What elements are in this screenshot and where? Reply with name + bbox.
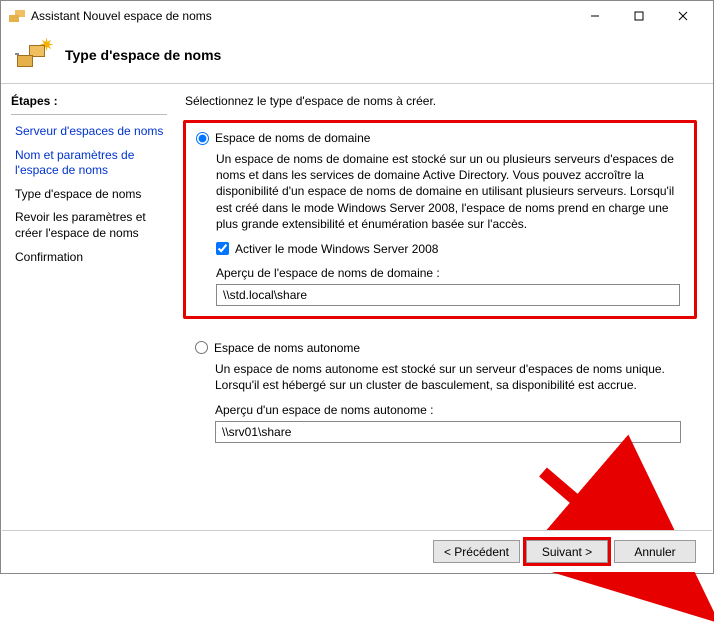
- maximize-button[interactable]: [617, 2, 661, 30]
- step-namespace-type: Type d'espace de noms: [11, 184, 167, 206]
- domain-preview-value: \\std.local\share: [223, 288, 307, 302]
- step-name-params[interactable]: Nom et paramètres de l'espace de noms: [11, 145, 167, 182]
- cancel-button[interactable]: Annuler: [614, 540, 696, 563]
- standalone-preview-label: Aperçu d'un espace de noms autonome :: [215, 403, 685, 417]
- minimize-button[interactable]: [573, 2, 617, 30]
- close-button[interactable]: [661, 2, 705, 30]
- wizard-body: Étapes : Serveur d'espaces de noms Nom e…: [1, 84, 713, 540]
- main-panel: Sélectionnez le type d'espace de noms à …: [173, 84, 713, 540]
- checkbox-ws2008-input[interactable]: [216, 242, 229, 255]
- previous-button[interactable]: < Précédent: [433, 540, 520, 563]
- domain-description: Un espace de noms de domaine est stocké …: [216, 151, 684, 232]
- titlebar: Assistant Nouvel espace de noms: [1, 1, 713, 31]
- divider: [11, 114, 167, 115]
- radio-standalone-input[interactable]: [195, 341, 208, 354]
- radio-standalone-label: Espace de noms autonome: [214, 341, 360, 355]
- namespace-wizard-icon: [9, 8, 25, 24]
- window-title: Assistant Nouvel espace de noms: [31, 9, 573, 23]
- checkbox-ws2008-mode[interactable]: Activer le mode Windows Server 2008: [216, 242, 684, 256]
- step-confirmation: Confirmation: [11, 247, 167, 269]
- page-title: Type d'espace de noms: [65, 47, 221, 63]
- steps-heading: Étapes :: [11, 94, 167, 108]
- domain-option-highlight: Espace de noms de domaine Un espace de n…: [183, 120, 697, 319]
- standalone-description: Un espace de noms autonome est stocké su…: [215, 361, 685, 393]
- steps-sidebar: Étapes : Serveur d'espaces de noms Nom e…: [1, 84, 173, 540]
- radio-domain-label: Espace de noms de domaine: [215, 131, 370, 145]
- standalone-preview-value: \\srv01\share: [222, 425, 291, 439]
- next-button[interactable]: Suivant >: [526, 540, 608, 563]
- radio-domain-namespace[interactable]: Espace de noms de domaine: [196, 131, 684, 145]
- namespace-type-icon: ✷: [15, 37, 55, 73]
- wizard-footer: < Précédent Suivant > Annuler: [2, 530, 712, 572]
- checkbox-ws2008-label: Activer le mode Windows Server 2008: [235, 242, 438, 256]
- intro-text: Sélectionnez le type d'espace de noms à …: [185, 94, 697, 108]
- domain-preview-field: \\std.local\share: [216, 284, 680, 306]
- radio-standalone-namespace[interactable]: Espace de noms autonome: [195, 341, 685, 355]
- step-review: Revoir les paramètres et créer l'espace …: [11, 207, 167, 244]
- radio-domain-input[interactable]: [196, 132, 209, 145]
- step-server[interactable]: Serveur d'espaces de noms: [11, 121, 167, 143]
- standalone-preview-field: \\srv01\share: [215, 421, 681, 443]
- domain-preview-label: Aperçu de l'espace de noms de domaine :: [216, 266, 684, 280]
- standalone-option-section: Espace de noms autonome Un espace de nom…: [183, 341, 697, 443]
- wizard-header: ✷ Type d'espace de noms: [1, 31, 713, 84]
